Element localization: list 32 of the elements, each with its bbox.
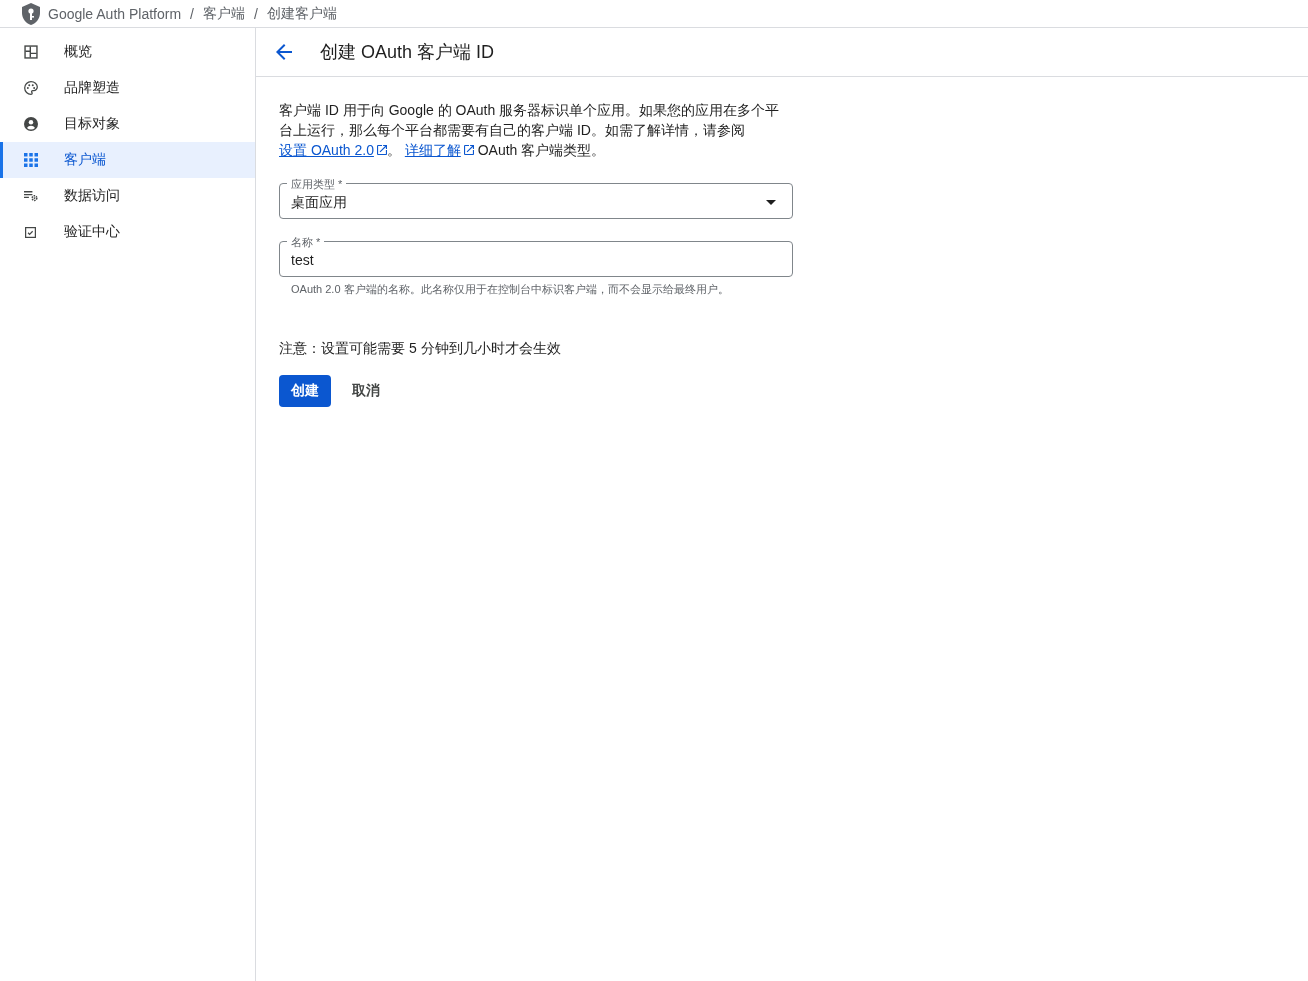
breadcrumb-link[interactable]: 创建客户端	[266, 4, 337, 23]
sidebar-item[interactable]: 数据访问	[0, 178, 255, 214]
create-button[interactable]: 创建	[279, 375, 331, 407]
sidebar-item[interactable]: 品牌塑造	[0, 70, 255, 106]
breadcrumb-link[interactable]: 客户端	[202, 4, 245, 23]
intro-paragraph: 客户端 ID 用于向 Google 的 OAuth 服务器标识单个应用。如果您的应用在多个平台上运行，那么每个平台都需要有自己的客户端 ID。如需了解详情，请参阅 设置 OAuth 2.0 。 详细了解 OAuth 客户端类型。	[279, 101, 781, 160]
shield-key-icon	[22, 2, 40, 25]
list-gear-icon	[24, 189, 38, 203]
field-label: 应用类型 *	[287, 178, 347, 190]
arrow-left-icon	[276, 44, 292, 60]
helper-text: OAuth 2.0 客户端的名称。此名称仅用于在控制台中标识客户端，而不会显示给最终用户。	[290, 282, 730, 297]
sidebar-item[interactable]: 目标对象	[0, 106, 255, 142]
field-label: 名称 *	[287, 236, 325, 248]
check-square-icon	[25, 226, 36, 238]
dashboard-icon	[24, 45, 38, 59]
caret-down-icon	[766, 199, 776, 205]
grid-icon	[24, 153, 38, 167]
help-link[interactable]: 详细了解	[404, 142, 474, 158]
breadcrumb-separator: /	[189, 5, 195, 22]
person-icon	[24, 117, 38, 131]
page-title: 创建 OAuth 客户端 ID	[320, 41, 495, 64]
sidebar-item[interactable]: 验证中心	[0, 214, 255, 250]
breadcrumb-link[interactable]: Google Auth Platform	[48, 5, 182, 22]
cancel-button[interactable]: 取消	[338, 375, 394, 407]
breadcrumb-separator: /	[252, 5, 259, 22]
help-link[interactable]: 设置 OAuth 2.0	[279, 142, 387, 158]
input-value: test	[291, 251, 315, 269]
sidebar-item[interactable]: 客户端	[0, 142, 255, 178]
select-value: 桌面应用	[291, 193, 348, 211]
note-text: 注意：设置可能需要 5 分钟到几小时才会生效	[279, 339, 562, 358]
sidebar-item[interactable]: 概览	[0, 34, 255, 70]
palette-icon	[24, 81, 38, 95]
